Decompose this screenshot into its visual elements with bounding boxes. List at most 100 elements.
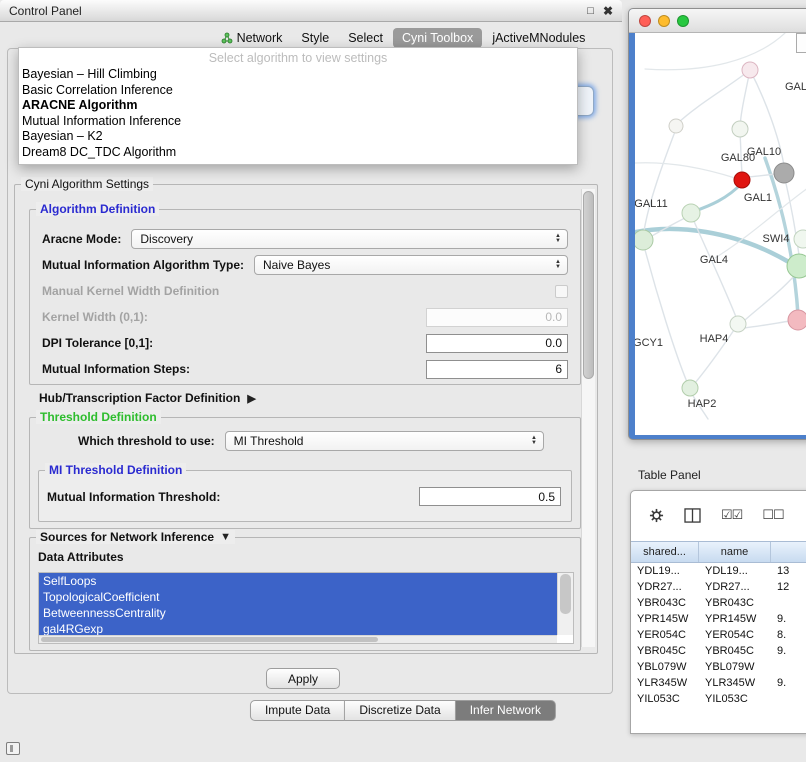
network-node[interactable] bbox=[732, 121, 748, 137]
list-horizontal-scrollbar[interactable] bbox=[39, 635, 557, 643]
minimize-traffic-light-icon[interactable] bbox=[658, 15, 670, 27]
column-header-name[interactable]: name bbox=[699, 542, 771, 562]
column-header-2[interactable] bbox=[771, 542, 806, 562]
zoom-traffic-light-icon[interactable] bbox=[677, 15, 689, 27]
table-row[interactable]: YBL079WYBL079W bbox=[631, 659, 806, 675]
dropdown-item-bayesian-hill-climbing[interactable]: Bayesian – Hill Climbing bbox=[19, 67, 577, 83]
close-traffic-light-icon[interactable] bbox=[639, 15, 651, 27]
table-row[interactable]: YLR345WYLR345W9. bbox=[631, 675, 806, 691]
float-window-icon[interactable]: □ bbox=[587, 5, 594, 17]
table-cell: YPR145W bbox=[631, 613, 699, 625]
canvas-corner-control[interactable] bbox=[796, 33, 806, 53]
network-canvas[interactable]: GALGAL80GAL10GAL11GAL1SWI4GAL4GCY1HAP4HA… bbox=[635, 33, 806, 435]
sources-toggle[interactable]: Sources for Network Inference ▼ bbox=[36, 530, 235, 544]
table-cell: YPR145W bbox=[699, 613, 771, 625]
tab-select[interactable]: Select bbox=[339, 28, 392, 48]
attribute-item-topologicalcoefficient[interactable]: TopologicalCoefficient bbox=[39, 589, 557, 605]
network-edge[interactable] bbox=[645, 33, 785, 70]
network-node[interactable] bbox=[774, 163, 794, 183]
kernel-width-label: Kernel Width (0,1): bbox=[42, 310, 148, 324]
data-attributes-label: Data Attributes bbox=[38, 550, 124, 564]
kernel-width-input[interactable]: 0.0 bbox=[426, 308, 568, 327]
bottom-tab-discretize-data[interactable]: Discretize Data bbox=[345, 700, 455, 721]
table-cell: YIL053C bbox=[699, 693, 771, 705]
which-threshold-select[interactable]: MI Threshold ▲▼ bbox=[225, 431, 544, 451]
network-edge[interactable] bbox=[695, 183, 742, 211]
gear-icon[interactable] bbox=[649, 508, 664, 523]
attribute-item-gal4rgexp[interactable]: gal4RGexp bbox=[39, 621, 557, 635]
dropdown-item-bayesian-k2[interactable]: Bayesian – K2 bbox=[19, 129, 577, 145]
table-row[interactable]: YER054CYER054C8. bbox=[631, 627, 806, 643]
network-edge[interactable] bbox=[745, 275, 795, 320]
table-row[interactable]: YDL19...YDL19...13 bbox=[631, 563, 806, 579]
dropdown-item-mutual-information-inference[interactable]: Mutual Information Inference bbox=[19, 114, 577, 130]
tab-cyni-toolbox[interactable]: Cyni Toolbox bbox=[393, 28, 482, 48]
network-node[interactable] bbox=[742, 62, 758, 78]
table-header-row: shared...name bbox=[631, 541, 806, 563]
table-cell: YDR27... bbox=[631, 581, 699, 593]
dropdown-placeholder: Select algorithm to view settings bbox=[19, 50, 577, 67]
dropdown-item-aracne-algorithm[interactable]: ARACNE Algorithm bbox=[19, 98, 577, 114]
attribute-item-betweennesscentrality[interactable]: BetweennessCentrality bbox=[39, 605, 557, 621]
manual-kernel-width-checkbox[interactable] bbox=[555, 285, 568, 298]
close-icon[interactable]: ✖ bbox=[603, 4, 613, 18]
expand-right-icon[interactable]: ▶ bbox=[247, 392, 255, 405]
apply-button[interactable]: Apply bbox=[266, 668, 340, 689]
mi-algorithm-type-label: Mutual Information Algorithm Type: bbox=[42, 258, 244, 272]
settings-scrollbar-thumb[interactable] bbox=[583, 191, 594, 379]
network-node[interactable] bbox=[682, 204, 700, 222]
mi-steps-row: Mutual Information Steps: 6 bbox=[42, 356, 568, 382]
list-vertical-scrollbar[interactable] bbox=[557, 573, 573, 635]
deselect-all-icon[interactable]: ☐☐ bbox=[762, 507, 783, 523]
bottom-tab-impute-data[interactable]: Impute Data bbox=[250, 700, 345, 721]
mi-threshold-input[interactable]: 0.5 bbox=[419, 487, 561, 506]
bottom-tab-infer-network[interactable]: Infer Network bbox=[456, 700, 556, 721]
algorithm-dropdown: Select algorithm to view settings Bayesi… bbox=[18, 47, 578, 165]
network-graph[interactable]: GALGAL80GAL10GAL11GAL1SWI4GAL4GCY1HAP4HA… bbox=[635, 33, 806, 435]
settings-scrollbar[interactable] bbox=[581, 189, 595, 647]
tab-style[interactable]: Style bbox=[292, 28, 338, 48]
dropdown-item-basic-correlation-inference[interactable]: Basic Correlation Inference bbox=[19, 83, 577, 99]
network-window-titlebar[interactable] bbox=[629, 9, 806, 33]
network-node[interactable] bbox=[788, 310, 806, 330]
split-columns-icon[interactable] bbox=[684, 508, 701, 523]
table-row[interactable]: YPR145WYPR145W9. bbox=[631, 611, 806, 627]
tab-network[interactable]: Network bbox=[212, 28, 292, 48]
table-cell: 8. bbox=[771, 629, 806, 641]
network-node[interactable] bbox=[734, 172, 750, 188]
mi-steps-input[interactable]: 6 bbox=[426, 360, 568, 379]
network-edge[interactable] bbox=[678, 70, 750, 123]
dropdown-item-dream8-dc-tdc-algorithm[interactable]: Dream8 DC_TDC Algorithm bbox=[19, 145, 577, 161]
table-cell: 9. bbox=[771, 613, 806, 625]
mi-threshold-definition-group: MI Threshold Definition Mutual Informati… bbox=[38, 470, 572, 522]
table-cell: YER054C bbox=[699, 629, 771, 641]
table-row[interactable]: YIL053CYIL053C bbox=[631, 691, 806, 707]
column-header-shared[interactable]: shared... bbox=[631, 542, 699, 562]
node-label-gal10: GAL10 bbox=[747, 146, 781, 158]
data-attributes-list[interactable]: SelfLoopsTopologicalCoefficientBetweenne… bbox=[38, 572, 574, 644]
network-node[interactable] bbox=[730, 316, 746, 332]
network-edge[interactable] bbox=[644, 129, 676, 231]
network-node[interactable] bbox=[787, 254, 806, 278]
network-node[interactable] bbox=[682, 380, 698, 396]
network-edge[interactable] bbox=[635, 163, 735, 178]
network-edge[interactable] bbox=[740, 70, 750, 127]
aracne-mode-row: Aracne Mode: Discovery ▲▼ bbox=[42, 226, 568, 252]
network-edge[interactable] bbox=[744, 321, 790, 328]
network-edge[interactable] bbox=[644, 246, 687, 382]
attribute-item-selfloops[interactable]: SelfLoops bbox=[39, 573, 557, 589]
table-row[interactable]: YBR043CYBR043C bbox=[631, 595, 806, 611]
aracne-mode-select[interactable]: Discovery ▲▼ bbox=[131, 229, 568, 249]
select-all-icon[interactable]: ☑☑ bbox=[721, 507, 742, 523]
mi-algorithm-type-select[interactable]: Naive Bayes ▲▼ bbox=[254, 255, 568, 275]
network-node[interactable] bbox=[635, 230, 653, 250]
tab-jactivemnodules[interactable]: jActiveMNodules bbox=[483, 28, 594, 48]
dpi-tolerance-input[interactable]: 0.0 bbox=[426, 334, 568, 353]
control-panel-titlebar[interactable]: Control Panel □ ✖ bbox=[0, 0, 622, 22]
settings-group-title: Cyni Algorithm Settings bbox=[21, 177, 153, 191]
hub-factor-definition-toggle[interactable]: Hub/Transcription Factor Definition ▶ bbox=[39, 391, 256, 405]
table-row[interactable]: YDR27...YDR27...12 bbox=[631, 579, 806, 595]
mini-panel-icon[interactable] bbox=[6, 742, 20, 755]
network-node[interactable] bbox=[669, 119, 683, 133]
table-row[interactable]: YBR045CYBR045C9. bbox=[631, 643, 806, 659]
